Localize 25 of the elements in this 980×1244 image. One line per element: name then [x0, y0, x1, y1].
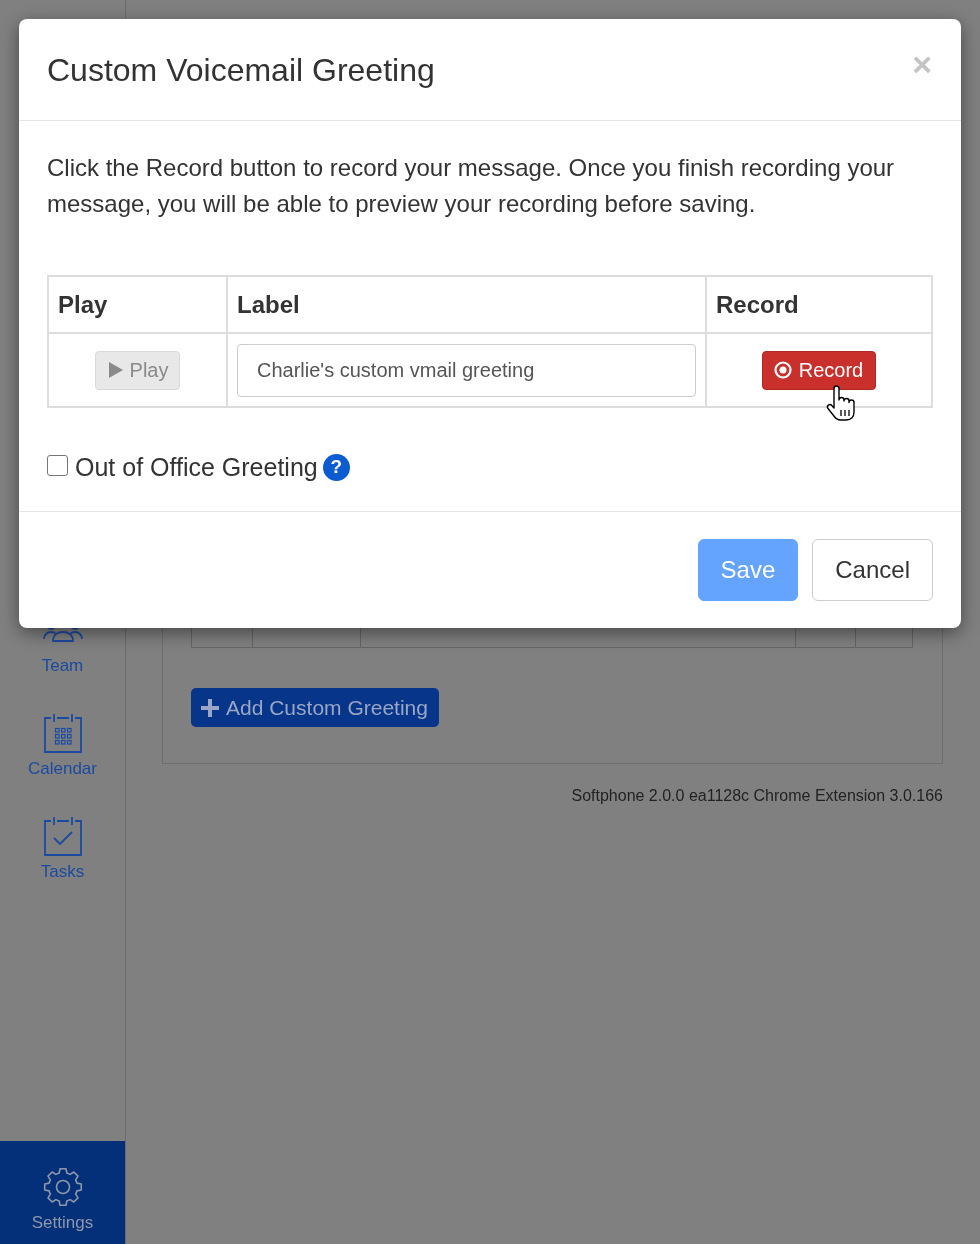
team-icon	[42, 627, 83, 642]
cancel-button[interactable]: Cancel	[812, 539, 933, 601]
dialog-title: Custom Voicemail Greeting	[47, 52, 435, 88]
record-icon	[773, 361, 792, 379]
hand-cursor-icon	[825, 385, 856, 421]
label-input[interactable]: Charlie's custom vmail greeting	[237, 343, 696, 397]
calendar-check-icon	[43, 816, 82, 856]
checkbox[interactable]	[47, 454, 68, 476]
add-greeting-button[interactable]: Add Custom Greeting	[191, 688, 439, 727]
plus-icon	[201, 698, 219, 717]
column-header: Play	[58, 290, 108, 318]
play-icon	[108, 362, 123, 378]
calendar-icon	[43, 713, 82, 753]
version-text: Softphone 2.0.0 ea1128c Chrome Extension 3.0.166	[571, 787, 943, 804]
record-button[interactable]: Record	[761, 350, 877, 390]
sidebar-item[interactable]: Team	[0, 610, 125, 676]
checkbox-label[interactable]: Out of Office Greeting	[75, 453, 318, 481]
settings-icon	[42, 1167, 83, 1207]
help-button[interactable]: ?	[322, 453, 350, 481]
column-header: Record	[716, 290, 799, 318]
column-header: Label	[237, 290, 300, 318]
sidebar-item[interactable]: Calendar	[0, 713, 125, 779]
instruction-text: Click the Record button to record your message. Once you finish recording your message, you will be able to preview your recording before saving.	[47, 153, 896, 219]
sidebar-item[interactable]: Tasks	[0, 816, 125, 882]
sidebar-item[interactable]: Settings	[0, 1141, 125, 1244]
